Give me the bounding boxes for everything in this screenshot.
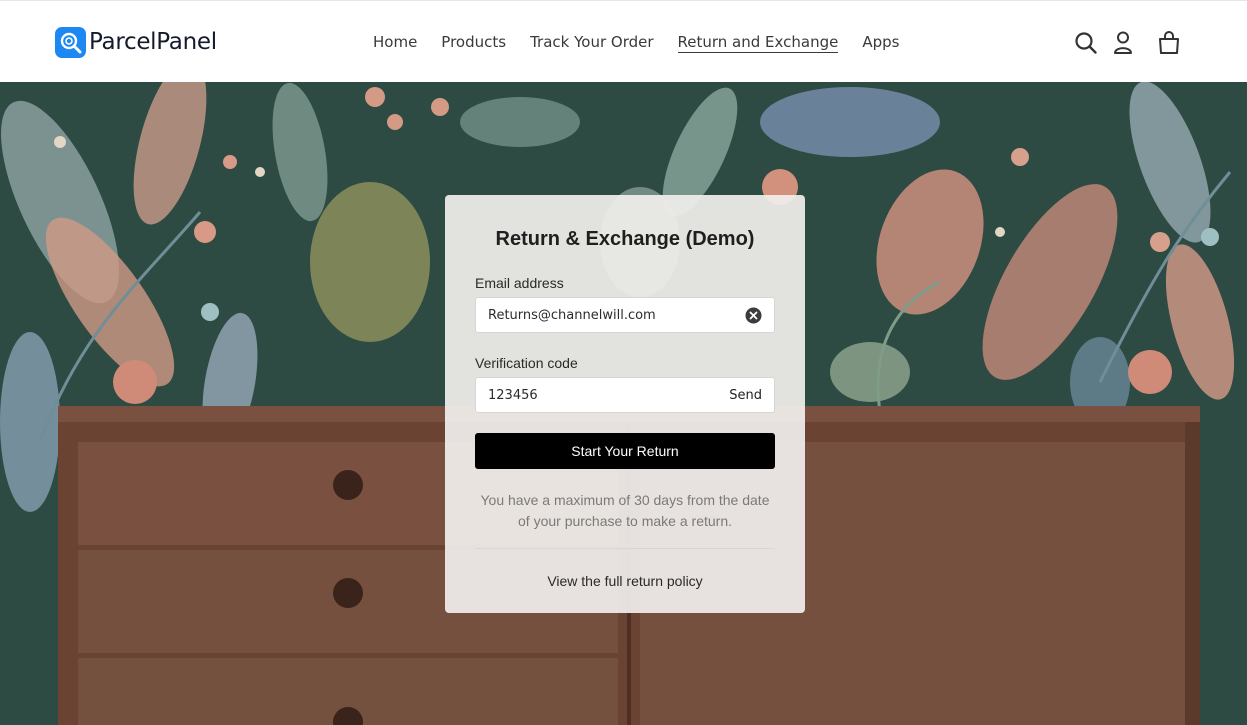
code-value: 123456 <box>488 388 538 403</box>
nav-track-order[interactable]: Track Your Order <box>530 32 653 53</box>
search-icon[interactable] <box>1073 29 1099 57</box>
start-return-button[interactable]: Start Your Return <box>475 433 775 469</box>
clear-icon[interactable] <box>745 307 762 324</box>
divider <box>475 548 775 549</box>
brand-logo[interactable]: ParcelPanel <box>55 25 217 59</box>
code-label: Verification code <box>475 355 578 371</box>
main-nav: Home Products Track Your Order Return an… <box>373 32 923 53</box>
email-field[interactable]: Returns@channelwill.com <box>475 297 775 333</box>
return-window-note: You have a maximum of 30 days from the d… <box>480 492 770 529</box>
cart-icon[interactable] <box>1157 29 1183 57</box>
brand-name: ParcelPanel <box>89 29 217 55</box>
form-title: Return & Exchange (Demo) <box>495 228 755 250</box>
nav-return-exchange[interactable]: Return and Exchange <box>677 32 839 53</box>
nav-products[interactable]: Products <box>441 32 506 53</box>
email-value: Returns@channelwill.com <box>488 308 656 323</box>
return-policy-link[interactable]: View the full return policy <box>445 573 805 589</box>
nav-home[interactable]: Home <box>373 32 417 53</box>
verification-code-field[interactable]: 123456 Send <box>475 377 775 413</box>
return-form-card: Return & Exchange (Demo) Email address R… <box>445 195 805 613</box>
email-label: Email address <box>475 275 564 291</box>
send-code-button[interactable]: Send <box>729 388 762 403</box>
site-header: ParcelPanel Home Products Track Your Ord… <box>0 0 1247 82</box>
account-icon[interactable] <box>1111 29 1137 57</box>
nav-apps[interactable]: Apps <box>862 32 899 53</box>
magnifier-logo-icon <box>55 26 86 58</box>
